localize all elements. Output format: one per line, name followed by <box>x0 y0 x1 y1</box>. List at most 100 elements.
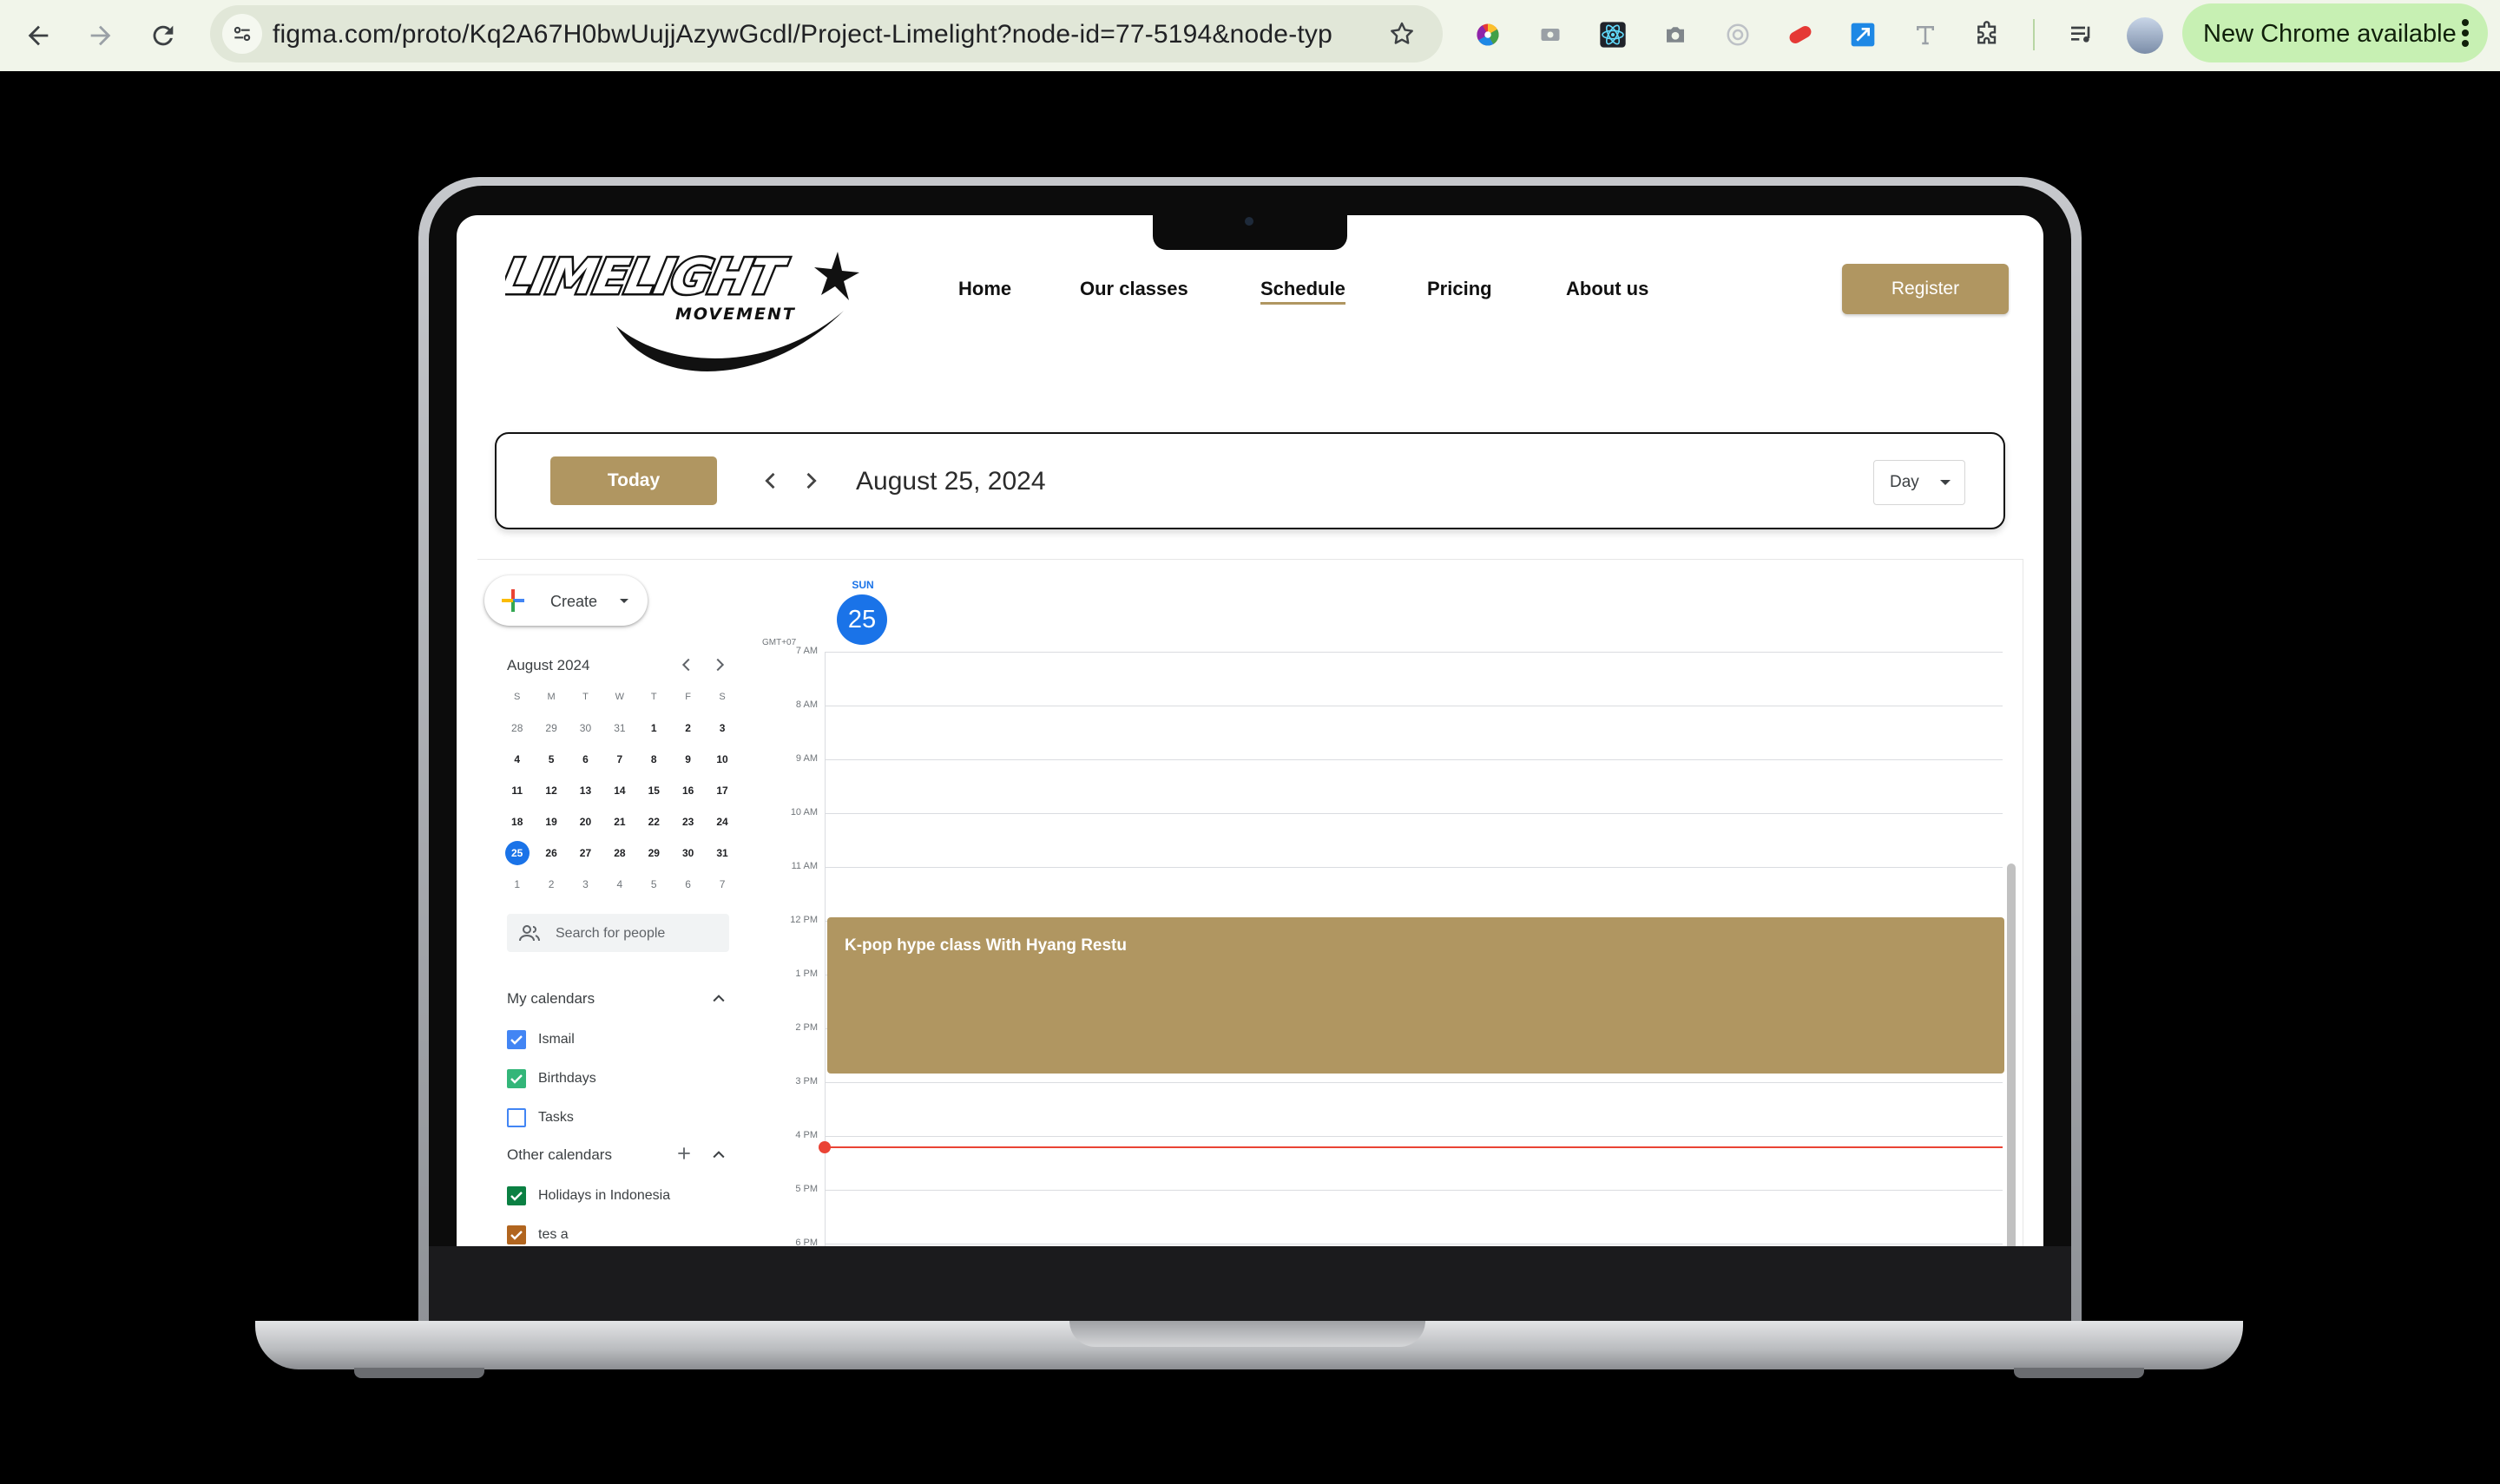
mini-day-label: 8 <box>650 753 657 765</box>
mini-day[interactable]: 16 <box>671 775 705 806</box>
create-button[interactable]: Create <box>484 575 648 626</box>
mini-day[interactable]: 19 <box>534 806 568 837</box>
day-view-scrollbar[interactable] <box>2007 863 2016 1246</box>
mini-day[interactable]: 11 <box>500 775 534 806</box>
my-calendars-title[interactable]: My calendars <box>507 990 595 1008</box>
screen-record-extension-icon[interactable] <box>1533 17 1568 52</box>
mini-day[interactable]: 30 <box>569 712 602 744</box>
mini-day[interactable]: 28 <box>602 837 636 869</box>
mini-day[interactable]: 14 <box>602 775 636 806</box>
event-block[interactable]: K-pop hype class With Hyang Restu <box>827 917 2004 1074</box>
font-extension-icon[interactable] <box>1908 17 1943 52</box>
day-number-badge[interactable]: 25 <box>837 594 887 645</box>
react-devtools-extension-icon[interactable] <box>1595 17 1630 52</box>
mini-day[interactable]: 15 <box>637 775 671 806</box>
checkbox-checked-icon[interactable] <box>507 1225 526 1244</box>
reload-button[interactable] <box>142 15 184 56</box>
mini-day[interactable]: 4 <box>602 869 636 900</box>
mini-day[interactable]: 31 <box>705 837 739 869</box>
chevron-up-icon[interactable] <box>710 990 727 1008</box>
mini-day-label: 6 <box>685 878 691 890</box>
view-select[interactable]: Day <box>1873 460 1965 505</box>
mini-day-selected[interactable]: 25 <box>500 837 534 869</box>
mini-day[interactable]: 30 <box>671 837 705 869</box>
mini-day[interactable]: 27 <box>569 837 602 869</box>
day-grid[interactable]: K-pop hype class With Hyang Restu <box>819 652 2006 1246</box>
mini-day[interactable]: 21 <box>602 806 636 837</box>
color-picker-extension-icon[interactable] <box>1470 17 1505 52</box>
checkbox-unchecked-icon[interactable] <box>507 1108 526 1127</box>
site-info-icon[interactable] <box>222 14 262 54</box>
mini-day[interactable]: 5 <box>534 744 568 775</box>
mini-day[interactable]: 28 <box>500 712 534 744</box>
mini-day[interactable]: 8 <box>637 744 671 775</box>
chevron-right-icon[interactable] <box>799 469 823 493</box>
mini-day[interactable]: 24 <box>705 806 739 837</box>
add-icon[interactable] <box>675 1145 693 1162</box>
back-button[interactable] <box>17 15 59 56</box>
mini-day[interactable]: 1 <box>500 869 534 900</box>
checkbox-checked-icon[interactable] <box>507 1030 526 1049</box>
mini-day[interactable]: 5 <box>637 869 671 900</box>
profile-avatar[interactable] <box>2127 17 2163 54</box>
mini-day[interactable]: 3 <box>705 712 739 744</box>
mini-day-label: 15 <box>648 785 660 797</box>
mini-day[interactable]: 2 <box>534 869 568 900</box>
mini-day[interactable]: 7 <box>705 869 739 900</box>
target-extension-icon[interactable] <box>1720 17 1755 52</box>
bookmark-star-icon[interactable] <box>1384 16 1420 52</box>
other-calendars-title[interactable]: Other calendars <box>507 1146 612 1164</box>
address-bar[interactable]: figma.com/proto/Kq2A67H0bwUujjAzywGcdl/P… <box>210 5 1443 62</box>
mini-day[interactable]: 29 <box>637 837 671 869</box>
search-people-input[interactable]: Search for people <box>507 914 729 952</box>
nav-home[interactable]: Home <box>958 278 1011 300</box>
mini-day[interactable]: 13 <box>569 775 602 806</box>
mini-day[interactable]: 12 <box>534 775 568 806</box>
resize-extension-icon[interactable] <box>1845 17 1880 52</box>
mini-day[interactable]: 6 <box>569 744 602 775</box>
nav-schedule[interactable]: Schedule <box>1260 278 1345 305</box>
mini-day-label: 3 <box>582 878 589 890</box>
mini-next-month-icon[interactable] <box>710 655 729 674</box>
mini-prev-month-icon[interactable] <box>677 655 696 674</box>
hour-gridline <box>826 867 2003 868</box>
camera-extension-icon[interactable] <box>1658 17 1693 52</box>
mini-day[interactable]: 3 <box>569 869 602 900</box>
nav-pricing[interactable]: Pricing <box>1427 278 1492 300</box>
mini-day-label: 16 <box>681 785 694 797</box>
mini-day[interactable]: 1 <box>637 712 671 744</box>
today-button[interactable]: Today <box>550 456 717 505</box>
checkbox-checked-icon[interactable] <box>507 1186 526 1205</box>
mini-day[interactable]: 10 <box>705 744 739 775</box>
forward-button[interactable] <box>80 15 122 56</box>
limelight-movement-logo[interactable]: LIMELIGHT LIMELIGHT MOVEMENT <box>505 241 870 389</box>
mini-day[interactable]: 7 <box>602 744 636 775</box>
register-button[interactable]: Register <box>1842 264 2009 314</box>
mini-day[interactable]: 18 <box>500 806 534 837</box>
mini-day[interactable]: 20 <box>569 806 602 837</box>
update-chrome-button[interactable]: New Chrome available <box>2182 3 2488 62</box>
mini-day-label: 20 <box>579 816 592 828</box>
mini-day[interactable]: 31 <box>602 712 636 744</box>
extensions-puzzle-icon[interactable] <box>1970 17 2005 52</box>
mini-day[interactable]: 23 <box>671 806 705 837</box>
nav-about-us[interactable]: About us <box>1566 278 1648 300</box>
mini-day[interactable]: 9 <box>671 744 705 775</box>
chevron-up-icon[interactable] <box>710 1146 727 1164</box>
calendar-item-name: Holidays in Indonesia <box>538 1188 671 1203</box>
mini-day[interactable]: 4 <box>500 744 534 775</box>
mini-day[interactable]: 22 <box>637 806 671 837</box>
view-select-value: Day <box>1890 473 1919 491</box>
red-pill-extension-icon[interactable] <box>1783 17 1818 52</box>
chevron-left-icon[interactable] <box>759 469 783 493</box>
media-control-icon[interactable] <box>2064 17 2099 52</box>
mini-day[interactable]: 26 <box>534 837 568 869</box>
mini-day[interactable]: 17 <box>705 775 739 806</box>
mini-day[interactable]: 2 <box>671 712 705 744</box>
mini-day[interactable]: 29 <box>534 712 568 744</box>
nav-our-classes[interactable]: Our classes <box>1080 278 1188 300</box>
mini-day[interactable]: 6 <box>671 869 705 900</box>
url-text[interactable]: figma.com/proto/Kq2A67H0bwUujjAzywGcdl/P… <box>273 20 1332 49</box>
svg-text:MOVEMENT: MOVEMENT <box>675 305 796 324</box>
checkbox-checked-icon[interactable] <box>507 1069 526 1088</box>
